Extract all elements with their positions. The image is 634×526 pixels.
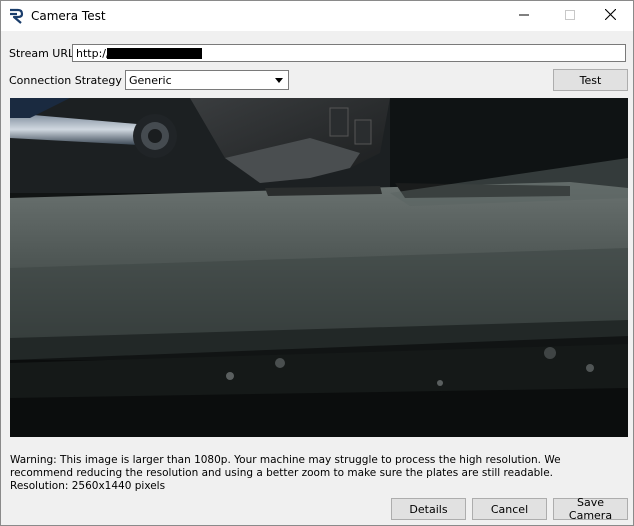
stream-url-label: Stream URL — [9, 47, 75, 60]
title-bar[interactable]: Camera Test — [1, 1, 633, 31]
close-button[interactable] — [587, 1, 633, 31]
minimize-icon — [519, 10, 529, 23]
connection-strategy-value: Generic — [129, 74, 172, 87]
details-button[interactable]: Details — [391, 498, 466, 520]
save-camera-button[interactable]: Save Camera — [553, 496, 628, 522]
connection-strategy-select[interactable]: Generic — [125, 70, 289, 90]
test-button[interactable]: Test — [553, 69, 628, 91]
resolution-warning-text: Warning: This image is larger than 1080p… — [10, 454, 561, 479]
minimize-button[interactable] — [501, 1, 547, 31]
close-icon — [604, 8, 616, 23]
chevron-down-icon — [271, 72, 287, 88]
cancel-button[interactable]: Cancel — [472, 498, 547, 520]
redacted-url-mask — [107, 48, 202, 59]
connection-strategy-label: Connection Strategy — [9, 74, 122, 87]
camera-preview-image — [10, 98, 628, 437]
app-logo-icon — [8, 8, 24, 24]
resolution-text: Resolution: 2560x1440 pixels — [10, 480, 166, 492]
window-title: Camera Test — [31, 9, 106, 23]
camera-test-window: Camera Test Stream URL Connection Strate… — [0, 0, 634, 526]
maximize-icon — [565, 9, 575, 23]
